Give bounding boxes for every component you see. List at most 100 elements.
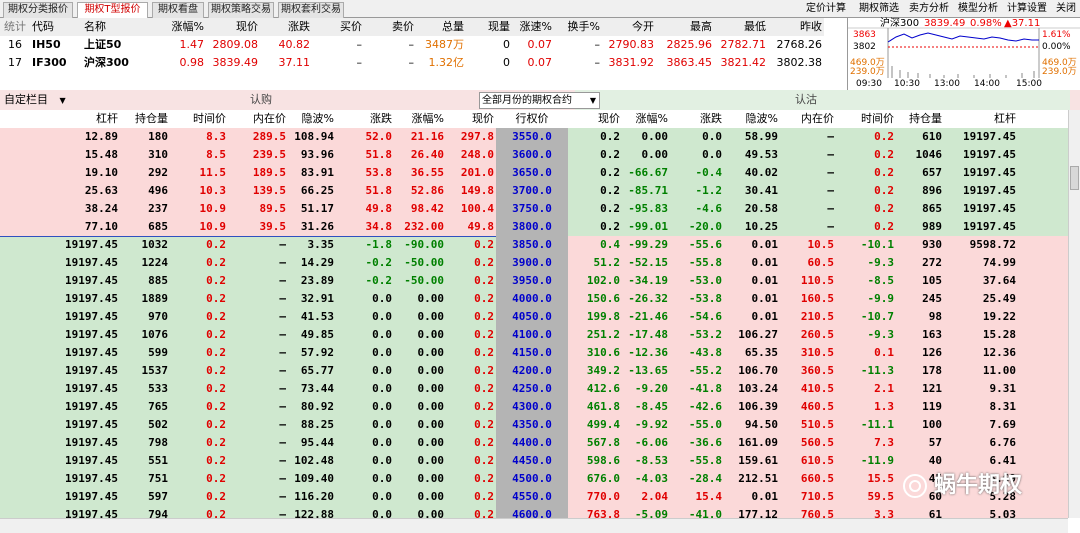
call-cell[interactable]: – — [228, 362, 288, 380]
put-cell[interactable]: 360.5 — [780, 362, 836, 380]
quote-cell[interactable]: 3821.42 — [714, 54, 768, 72]
call-cell[interactable]: 12.89 — [0, 128, 120, 146]
call-cell[interactable]: 19197.45 — [0, 326, 120, 344]
quote-cell[interactable]: – — [312, 54, 364, 72]
quote-cell[interactable]: 2768.26 — [768, 36, 824, 54]
put-cell[interactable]: -99.01 — [616, 218, 670, 236]
call-cell[interactable]: 599 — [120, 344, 170, 362]
call-cell[interactable]: 0.2 — [446, 506, 496, 518]
put-cell[interactable]: 310.6 — [568, 344, 622, 362]
put-cell[interactable]: -11.9 — [836, 452, 896, 470]
call-cell[interactable]: 0.2 — [446, 470, 496, 488]
call-cell[interactable]: 0.0 — [336, 416, 394, 434]
quote-header-cell[interactable]: 最低 — [714, 18, 768, 36]
call-cell[interactable]: 95.44 — [288, 434, 336, 452]
put-cell[interactable]: -9.92 — [616, 416, 670, 434]
call-cell[interactable]: 41.53 — [288, 308, 336, 326]
strike-price-cell[interactable]: 4000.0 — [496, 290, 568, 308]
strike-price-cell[interactable]: 3750.0 — [496, 200, 568, 218]
put-cell[interactable]: 260.5 — [780, 326, 836, 344]
put-cell[interactable]: -17.48 — [616, 326, 670, 344]
put-cell[interactable]: 660.5 — [780, 470, 836, 488]
quote-header-cell[interactable]: 总量 — [416, 18, 466, 36]
put-cell[interactable]: 2.04 — [616, 488, 670, 506]
put-cell[interactable]: -28.4 — [670, 470, 724, 488]
put-cell[interactable]: 58.99 — [724, 128, 780, 146]
put-cell[interactable]: -9.9 — [836, 290, 896, 308]
call-cell[interactable]: 49.8 — [336, 200, 394, 218]
call-cell[interactable]: 51.17 — [288, 200, 336, 218]
t-header-cell[interactable]: 时间价 — [170, 110, 228, 128]
call-cell[interactable]: – — [228, 236, 288, 254]
call-cell[interactable]: 0.0 — [336, 326, 394, 344]
call-cell[interactable]: 180 — [120, 128, 170, 146]
put-cell[interactable]: 0.2 — [836, 200, 896, 218]
menu-pricing-calc[interactable]: 定价计算 — [806, 3, 846, 15]
t-header-cell[interactable]: 内在价 — [228, 110, 288, 128]
put-cell[interactable]: – — [780, 146, 836, 164]
quote-header-cell[interactable]: 换手% — [554, 18, 602, 36]
call-cell[interactable]: 52.0 — [336, 128, 394, 146]
t-header-cell[interactable]: 现价 — [446, 110, 496, 128]
put-cell[interactable]: 9.31 — [944, 380, 1018, 398]
call-cell[interactable]: 53.8 — [336, 164, 394, 182]
put-cell[interactable]: 121 — [896, 380, 944, 398]
t-header-cell[interactable]: 杠杆 — [0, 110, 120, 128]
put-cell[interactable]: 567.8 — [568, 434, 622, 452]
put-cell[interactable]: -11.3 — [836, 362, 896, 380]
call-cell[interactable]: 0.2 — [170, 452, 228, 470]
t-header-cell[interactable]: 涨幅% — [616, 110, 670, 128]
call-cell[interactable]: 292 — [120, 164, 170, 182]
quote-cell[interactable]: – — [364, 36, 416, 54]
call-cell[interactable]: 19197.45 — [0, 272, 120, 290]
call-cell[interactable]: 885 — [120, 272, 170, 290]
put-cell[interactable]: 896 — [896, 182, 944, 200]
put-cell[interactable]: -13.65 — [616, 362, 670, 380]
quote-header-cell[interactable]: 涨跌 — [260, 18, 312, 36]
put-cell[interactable]: 0.2 — [836, 128, 896, 146]
call-cell[interactable]: 0.2 — [170, 362, 228, 380]
call-cell[interactable]: – — [228, 506, 288, 518]
call-cell[interactable]: 10.9 — [170, 200, 228, 218]
strike-price-cell[interactable]: 3650.0 — [496, 164, 568, 182]
strike-price-cell[interactable]: 3900.0 — [496, 254, 568, 272]
call-cell[interactable]: 248.0 — [446, 146, 496, 164]
call-cell[interactable]: 0.2 — [446, 362, 496, 380]
quote-cell[interactable]: – — [312, 36, 364, 54]
call-cell[interactable]: 1889 — [120, 290, 170, 308]
quote-cell[interactable]: 17 — [0, 54, 30, 72]
strike-price-cell[interactable]: 4600.0 — [496, 506, 568, 518]
put-cell[interactable]: -43.8 — [670, 344, 724, 362]
call-cell[interactable]: 0.00 — [394, 506, 446, 518]
call-cell[interactable]: 49.85 — [288, 326, 336, 344]
call-cell[interactable]: 0.0 — [336, 398, 394, 416]
call-cell[interactable]: 26.40 — [394, 146, 446, 164]
call-cell[interactable]: 0.0 — [336, 290, 394, 308]
call-cell[interactable]: 19197.45 — [0, 488, 120, 506]
call-cell[interactable]: 73.44 — [288, 380, 336, 398]
put-cell[interactable]: 930 — [896, 236, 944, 254]
strike-price-cell[interactable]: 4500.0 — [496, 470, 568, 488]
t-header-cell[interactable]: 行权价 — [496, 110, 568, 128]
strike-price-cell[interactable]: 3850.0 — [496, 236, 568, 254]
scrollbar-thumb[interactable] — [1070, 166, 1079, 190]
call-cell[interactable]: 189.5 — [228, 164, 288, 182]
put-cell[interactable]: -53.2 — [670, 326, 724, 344]
call-cell[interactable]: – — [228, 488, 288, 506]
call-cell[interactable]: 0.2 — [446, 398, 496, 416]
quote-header-cell[interactable]: 涨幅% — [152, 18, 206, 36]
put-cell[interactable]: 0.1 — [836, 344, 896, 362]
put-cell[interactable]: 105 — [896, 272, 944, 290]
put-cell[interactable]: -52.15 — [616, 254, 670, 272]
call-cell[interactable]: 19197.45 — [0, 254, 120, 272]
strike-price-cell[interactable]: 3800.0 — [496, 218, 568, 236]
call-cell[interactable]: -50.00 — [394, 272, 446, 290]
put-cell[interactable]: 150.6 — [568, 290, 622, 308]
call-cell[interactable]: 11.5 — [170, 164, 228, 182]
put-cell[interactable]: -21.46 — [616, 308, 670, 326]
put-cell[interactable]: -4.03 — [616, 470, 670, 488]
call-cell[interactable]: 32.91 — [288, 290, 336, 308]
call-cell[interactable]: 0.00 — [394, 362, 446, 380]
put-cell[interactable]: 19197.45 — [944, 182, 1018, 200]
t-header-cell[interactable]: 现价 — [568, 110, 622, 128]
